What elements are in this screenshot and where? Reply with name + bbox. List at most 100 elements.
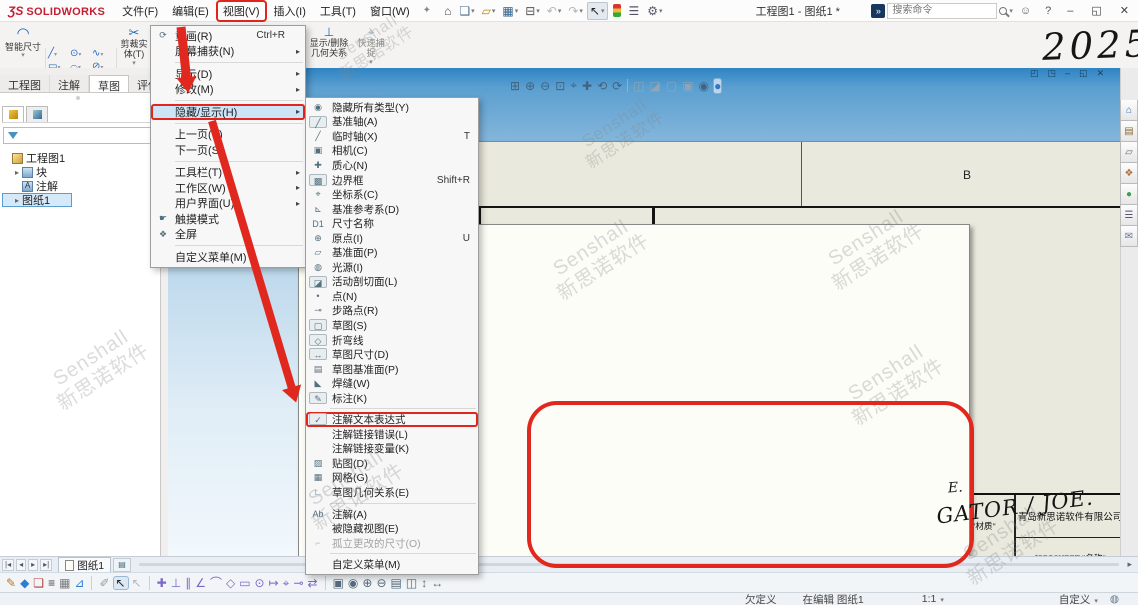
view-menu-item[interactable]: 修改(M) ▸ bbox=[151, 82, 305, 98]
bottom-toolbar-icon[interactable] bbox=[325, 576, 326, 590]
submenu-item[interactable]: ⌐ 孤立更改的尺寸(O) bbox=[306, 536, 478, 551]
view-menu-item[interactable]: ☛ 触摸模式 bbox=[151, 211, 305, 227]
submenu-item[interactable]: ▣ 相机(C) bbox=[306, 144, 478, 159]
bottom-toolbar-icon[interactable]: ✐ bbox=[99, 577, 109, 589]
bottom-toolbar-icon[interactable]: ↔ bbox=[431, 577, 443, 589]
propertymanager-tab[interactable] bbox=[26, 106, 48, 122]
bottom-toolbar-icon[interactable]: ▣ bbox=[333, 577, 344, 589]
submenu-item[interactable]: ▤ 草图基准面(P) bbox=[306, 362, 478, 377]
featuremanager-tab[interactable] bbox=[2, 106, 24, 122]
bottom-toolbar-icon[interactable]: ⊖ bbox=[376, 577, 386, 589]
submenu-item[interactable]: ▱ 基准面(P) bbox=[306, 245, 478, 260]
restore-button[interactable]: ◱ bbox=[1082, 4, 1110, 17]
display-delete-relations-button[interactable]: ⊥ 显示/删除几何关系 bbox=[306, 26, 352, 59]
custom-status[interactable]: 自定义▾ bbox=[1059, 592, 1098, 605]
bottom-toolbar-icon[interactable]: ≡ bbox=[48, 577, 55, 589]
view-tool-icon[interactable]: ⊞ bbox=[510, 79, 520, 93]
commandmanager-tab[interactable]: 工程图 bbox=[0, 75, 50, 92]
submenu-item[interactable]: • 点(N) bbox=[306, 289, 478, 304]
bottom-toolbar-icon[interactable]: ◫ bbox=[406, 577, 417, 589]
view-tool-icon[interactable]: ⊡ bbox=[555, 79, 565, 93]
view-tool-icon[interactable]: ◪ bbox=[650, 79, 661, 93]
submenu-item[interactable]: ╱ 临时轴(X) T bbox=[306, 129, 478, 144]
bottom-toolbar-icon[interactable]: ▭ bbox=[239, 577, 250, 589]
bottom-toolbar-icon[interactable] bbox=[149, 576, 150, 590]
submenu-item[interactable]: D1 尺寸名称 bbox=[306, 216, 478, 231]
view-menu-item[interactable]: 用户界面(U) ▸ bbox=[151, 196, 305, 212]
doc-window-control-icon[interactable]: ◰ bbox=[1030, 68, 1039, 79]
search-icon[interactable] bbox=[999, 7, 1007, 15]
horizontal-scrollbar[interactable] bbox=[139, 563, 1119, 566]
bottom-toolbar-icon[interactable]: ⊿ bbox=[74, 577, 84, 589]
tree-expand-icon[interactable]: ▸ bbox=[12, 168, 22, 177]
menubar-item[interactable]: 文件(F) bbox=[115, 0, 165, 22]
submenu-item[interactable]: 自定义菜单(M) bbox=[306, 557, 478, 572]
view-menu-item[interactable]: 屏幕捕获(N) ▸ bbox=[151, 44, 305, 60]
submenu-item[interactable]: ⊾ 基准参考系(D) bbox=[306, 202, 478, 217]
bottom-toolbar-icon[interactable]: ∥ bbox=[185, 577, 191, 589]
sheet-nav-button[interactable]: |◂ bbox=[2, 559, 14, 571]
doc-window-control-icon[interactable]: – bbox=[1065, 68, 1070, 79]
submenu-item[interactable]: ↔ 草图尺寸(D) bbox=[306, 347, 478, 362]
menubar-item[interactable]: 窗口(W) bbox=[363, 0, 417, 22]
bottom-toolbar-icon[interactable]: ⊕ bbox=[362, 577, 372, 589]
commandmanager-tab[interactable]: 草图 bbox=[89, 75, 129, 92]
custom-properties-icon[interactable]: ☰ bbox=[1120, 205, 1138, 226]
bottom-toolbar-icon[interactable]: ⌒ bbox=[210, 577, 222, 589]
view-tool-icon[interactable]: ◉ bbox=[699, 79, 709, 93]
design-library-icon[interactable]: ▤ bbox=[1120, 121, 1138, 142]
view-menu-item[interactable]: ❖ 全屏 bbox=[151, 227, 305, 243]
submenu-item[interactable]: ▢ 草图(S) bbox=[306, 318, 478, 333]
submenu-item[interactable]: ◇ 折弯线 bbox=[306, 333, 478, 348]
account-icon[interactable]: ☺ bbox=[1013, 5, 1038, 17]
menubar-item[interactable]: 编辑(E) bbox=[165, 0, 216, 22]
submenu-item[interactable]: 注解链接错误(L) bbox=[306, 427, 478, 442]
rebuild-traffic-light-icon[interactable] bbox=[613, 4, 621, 17]
view-tool-icon[interactable]: ◫ bbox=[633, 79, 644, 93]
file-explorer-icon[interactable]: ▱ bbox=[1120, 142, 1138, 163]
bottom-toolbar-icon[interactable]: ∠ bbox=[195, 577, 206, 589]
menubar-item[interactable]: 工具(T) bbox=[313, 0, 363, 22]
tree-expand-icon[interactable]: ▸ bbox=[12, 196, 22, 205]
submenu-item[interactable]: ▨ 贴图(D) bbox=[306, 456, 478, 471]
tree-item[interactable]: 注解 bbox=[2, 179, 158, 193]
view-menu-item[interactable]: ⟳ 重画(R) Ctrl+R bbox=[151, 28, 305, 44]
options-gear-icon[interactable]: ⚙▾ bbox=[644, 2, 665, 20]
submenu-item[interactable]: ⊸ 步路点(R) bbox=[306, 304, 478, 319]
view-menu-item[interactable]: 自定义菜单(M) bbox=[151, 249, 305, 265]
tree-filter-input[interactable] bbox=[3, 127, 157, 144]
scroll-right-icon[interactable]: ▸ bbox=[1127, 559, 1138, 570]
bottom-toolbar-icon[interactable]: ↕ bbox=[421, 577, 427, 589]
bottom-toolbar-icon[interactable]: ▤ bbox=[391, 577, 402, 589]
view-tool-icon[interactable]: ⊖ bbox=[540, 79, 550, 93]
view-palette-icon[interactable]: ❖ bbox=[1120, 163, 1138, 184]
bottom-toolbar-icon[interactable]: ◉ bbox=[348, 577, 358, 589]
view-tool-icon[interactable]: ● bbox=[714, 79, 721, 93]
view-menu-item[interactable]: 工作区(W) ▸ bbox=[151, 180, 305, 196]
submenu-item[interactable]: 被隐藏视图(E) bbox=[306, 521, 478, 536]
open-file-icon[interactable]: ▱▾ bbox=[479, 2, 499, 20]
sheet-nav-button[interactable]: ▸ bbox=[28, 559, 38, 571]
view-menu-item[interactable]: 隐藏/显示(H) ▸ bbox=[151, 104, 305, 120]
submenu-item[interactable]: ◉ 隐藏所有类型(Y) bbox=[306, 100, 478, 115]
sheet-scale-status[interactable]: 1:1▾ bbox=[922, 593, 944, 605]
bottom-toolbar-icon[interactable]: ▦ bbox=[59, 577, 70, 589]
sheet-tab[interactable]: 图纸1 bbox=[58, 557, 111, 572]
pin-icon[interactable]: ✦ bbox=[417, 5, 437, 16]
sketch-tool-icon[interactable]: ╱▾ bbox=[48, 48, 70, 61]
sheet-nav-button[interactable]: ▸| bbox=[40, 559, 52, 571]
bottom-toolbar-icon[interactable]: ↖ bbox=[132, 577, 142, 589]
view-menu-item[interactable]: 工具栏(T) ▸ bbox=[151, 165, 305, 181]
solidworks-resources-icon[interactable]: ⌂ bbox=[1120, 100, 1138, 121]
commandmanager-tab[interactable]: 注解 bbox=[50, 75, 89, 92]
add-sheet-button[interactable]: ▤ bbox=[113, 558, 131, 572]
tree-item[interactable]: ▸ 图纸1 bbox=[2, 193, 72, 207]
doc-window-control-icon[interactable]: ✕ bbox=[1097, 68, 1105, 79]
save-icon[interactable]: ▦▾ bbox=[499, 2, 521, 20]
quick-snaps-button[interactable]: ⌖ 快速捕捉 ▾ bbox=[354, 26, 388, 67]
doc-window-control-icon[interactable]: ◳ bbox=[1048, 68, 1057, 79]
menubar-item[interactable]: 视图(V) bbox=[216, 0, 267, 22]
submenu-item[interactable]: Ab 注解(A) bbox=[306, 507, 478, 522]
submenu-item[interactable]: ⌖ 坐标系(C) bbox=[306, 187, 478, 202]
view-menu-item[interactable]: 显示(D) ▸ bbox=[151, 66, 305, 82]
